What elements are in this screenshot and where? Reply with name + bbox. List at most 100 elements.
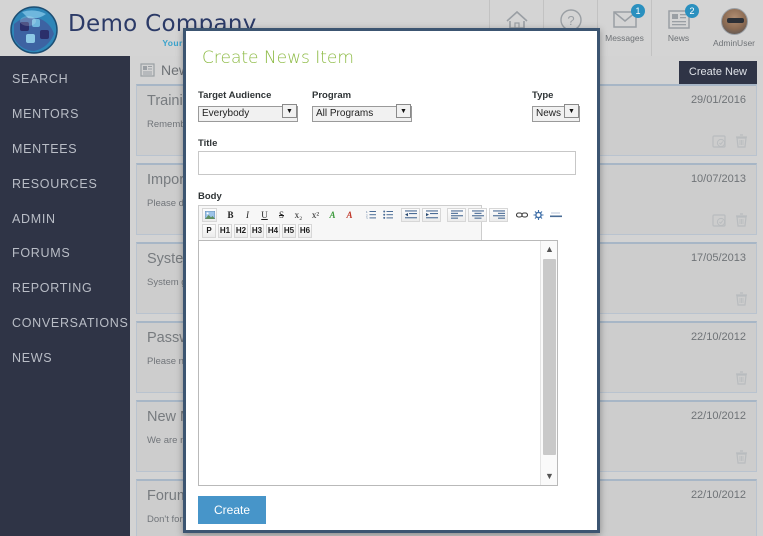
scroll-down-icon[interactable]: ▼ (541, 468, 558, 485)
sidebar-item-resources[interactable]: RESOURCES (0, 166, 130, 201)
sidebar-item-label: ADMIN (12, 211, 56, 226)
background-color-icon[interactable]: A (342, 208, 357, 222)
publish-check-icon[interactable] (712, 213, 727, 228)
sidebar-item-label: FORUMS (12, 246, 71, 261)
program-select[interactable]: All Programs (312, 105, 412, 122)
editor-area: ▲ ▼ (198, 239, 558, 486)
sidebar-item-mentees[interactable]: MENTEES (0, 132, 130, 167)
create-news-item-modal: Create News Item Target Audience Everybo… (183, 28, 600, 533)
format-h4-button[interactable]: H4 (266, 223, 280, 238)
sidebar-item-forums[interactable]: FORUMS (0, 236, 130, 271)
sidebar-item-label: CONVERSATIONS (12, 315, 129, 330)
editor-toolbar-row-2: P H1 H2 H3 H4 H5 H6 (201, 223, 313, 239)
delete-trash-icon[interactable] (735, 134, 748, 149)
type-select[interactable]: News (532, 105, 580, 122)
scrollbar-thumb[interactable] (543, 258, 556, 455)
news-item-actions (712, 213, 748, 228)
horizontal-rule-icon[interactable] (548, 208, 563, 222)
align-right-icon[interactable] (489, 207, 508, 222)
format-h1-button[interactable]: H1 (218, 223, 232, 238)
rich-text-editor: B I U S x₂ x² A A 123 P H1 H2 H3 H4 H5 H… (198, 204, 562, 486)
delete-trash-icon[interactable] (735, 213, 748, 228)
body-textarea[interactable] (199, 240, 540, 485)
body-label: Body (198, 190, 222, 202)
news-item-actions (735, 450, 748, 465)
target-audience-label: Target Audience (198, 90, 272, 101)
type-label: Type (532, 90, 554, 101)
sidebar-item-label: MENTORS (12, 107, 80, 122)
italic-icon[interactable]: I (240, 208, 255, 222)
outdent-icon[interactable] (401, 207, 420, 222)
publish-check-icon[interactable] (712, 134, 727, 149)
newspaper-icon (140, 63, 155, 77)
target-audience-select[interactable]: Everybody (198, 105, 298, 122)
news-item-date: 22/10/2012 (690, 410, 746, 422)
scroll-up-icon[interactable]: ▲ (541, 241, 558, 258)
format-h3-button[interactable]: H3 (250, 223, 264, 238)
home-icon (504, 8, 530, 30)
bold-icon[interactable]: B (223, 208, 238, 222)
header-user-label: AdminUser (712, 38, 756, 48)
align-left-icon[interactable] (447, 207, 466, 222)
header-news-label: News (667, 33, 690, 43)
bullet-list-icon[interactable] (380, 208, 395, 222)
news-item-actions (735, 292, 748, 307)
selects-row: Target Audience Everybody ▼ Program All … (198, 90, 585, 122)
sidebar-item-mentors[interactable]: MENTORS (0, 97, 130, 132)
insert-image-icon[interactable] (202, 207, 217, 222)
format-p-button[interactable]: P (202, 223, 216, 238)
indent-icon[interactable] (422, 207, 441, 222)
sidebar-item-admin[interactable]: ADMIN (0, 201, 130, 236)
program-label: Program (312, 90, 352, 101)
create-submit-button[interactable]: Create (198, 495, 267, 524)
header-user-menu[interactable]: AdminUser (705, 0, 763, 56)
format-h6-button[interactable]: H6 (298, 223, 312, 238)
svg-text:?: ? (567, 13, 574, 28)
sidebar-item-news[interactable]: NEWS (0, 340, 130, 375)
body-field: Body B I U S x₂ x² A A 1 2 3 P H1 H2 H3 … (198, 191, 585, 486)
title-input[interactable] (198, 150, 576, 175)
news-item-date: 17/05/2013 (690, 252, 746, 264)
news-item-actions (735, 371, 748, 386)
align-center-icon[interactable] (468, 207, 487, 222)
editor-toolbar-row-1: B I U S x₂ x² A A 123 (201, 207, 564, 223)
subscript-icon[interactable]: x₂ (291, 208, 306, 222)
type-field: Type News ▼ (532, 90, 580, 122)
sidebar-item-label: SEARCH (12, 72, 69, 87)
sidebar-item-label: MENTEES (12, 141, 78, 156)
svg-text:3: 3 (366, 217, 368, 220)
avatar (720, 8, 748, 35)
delete-trash-icon[interactable] (735, 292, 748, 307)
header-news-button[interactable]: 2 News (651, 0, 705, 56)
sidebar-item-label: REPORTING (12, 281, 93, 296)
strikethrough-icon[interactable]: S (274, 208, 289, 222)
header-messages-label: Messages (605, 33, 644, 43)
sidebar-item-reporting[interactable]: REPORTING (0, 271, 130, 306)
create-new-button[interactable]: Create New (678, 61, 757, 84)
underline-icon[interactable]: U (257, 208, 272, 222)
superscript-icon[interactable]: x² (308, 208, 323, 222)
sidebar: SEARCH MENTORS MENTEES RESOURCES ADMIN F… (0, 56, 130, 536)
numbered-list-icon[interactable]: 123 (363, 208, 378, 222)
modal-title: Create News Item (202, 48, 354, 68)
news-item-actions (712, 134, 748, 149)
text-color-icon[interactable]: A (325, 208, 340, 222)
sidebar-item-conversations[interactable]: CONVERSATIONS (0, 306, 130, 341)
title-label: Title (198, 137, 218, 149)
format-h2-button[interactable]: H2 (234, 223, 248, 238)
app-window: Demo Company Your Logo Goes Here (0, 0, 763, 536)
target-audience-field: Target Audience Everybody ▼ (198, 90, 298, 122)
format-h5-button[interactable]: H5 (282, 223, 296, 238)
program-field: Program All Programs ▼ (312, 90, 412, 122)
sidebar-item-label: RESOURCES (12, 176, 98, 191)
delete-trash-icon[interactable] (735, 450, 748, 465)
insert-link-icon[interactable] (514, 208, 529, 222)
messages-badge: 1 (631, 4, 645, 18)
delete-trash-icon[interactable] (735, 371, 748, 386)
header-messages-button[interactable]: 1 Messages (597, 0, 651, 56)
sidebar-item-search[interactable]: SEARCH (0, 62, 130, 97)
puzzle-globe-icon (8, 4, 60, 56)
editor-scrollbar[interactable]: ▲ ▼ (540, 240, 558, 485)
unlink-icon[interactable] (531, 208, 546, 222)
news-item-date: 22/10/2012 (690, 331, 746, 343)
